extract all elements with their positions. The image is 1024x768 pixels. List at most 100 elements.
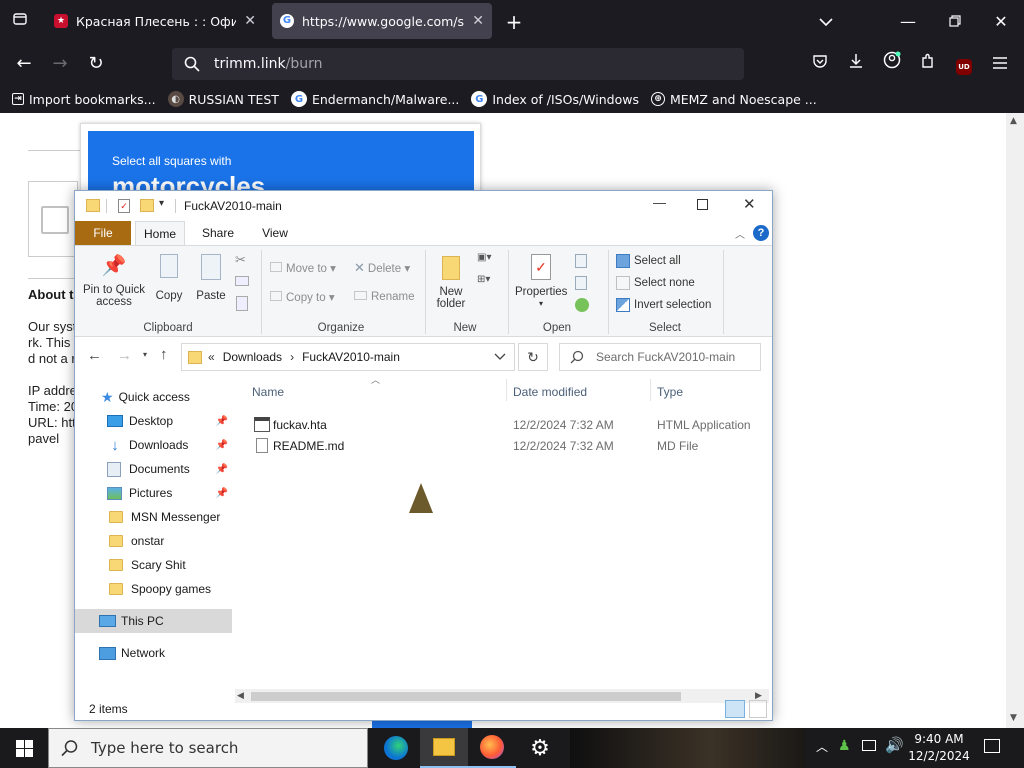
nav-pictures[interactable]: Pictures 📌: [75, 481, 232, 505]
address-dropdown-icon[interactable]: [494, 350, 506, 364]
tab-file[interactable]: File: [75, 221, 131, 245]
close-window-icon[interactable]: ✕: [743, 195, 756, 213]
nav-scary-shit[interactable]: Scary Shit: [75, 553, 232, 577]
bookmark-memz[interactable]: ⊕ MEMZ and Noescape ...: [650, 92, 817, 107]
collapse-ribbon-icon[interactable]: ︿: [735, 226, 745, 241]
breadcrumb-current[interactable]: FuckAV2010-main: [302, 350, 400, 364]
tab-home[interactable]: Home: [135, 221, 185, 245]
large-icons-view-icon[interactable]: [749, 700, 767, 718]
pin-quick-access-button[interactable]: 📌 Pin to Quick access: [81, 254, 147, 308]
tab-list-icon[interactable]: [6, 8, 34, 36]
taskbar-search[interactable]: Type here to search: [48, 728, 368, 768]
easy-access-icon[interactable]: ⊞▾: [477, 274, 490, 285]
tab-krasnaya-plesen[interactable]: ★ Красная Плесень : : Официал ✕: [46, 3, 264, 39]
breadcrumb-separator-icon[interactable]: ›: [290, 350, 294, 364]
nav-this-pc[interactable]: This PC: [75, 609, 232, 633]
ublock-origin-icon[interactable]: UD: [950, 50, 978, 78]
history-icon[interactable]: [575, 298, 589, 312]
recent-locations-icon[interactable]: ▾: [143, 350, 147, 359]
clock[interactable]: 9:40 AM 12/2/2024: [908, 731, 970, 765]
delete-button[interactable]: ✕ Delete ▾: [354, 261, 410, 275]
account-icon[interactable]: [878, 50, 906, 78]
breadcrumb-downloads[interactable]: Downloads: [223, 350, 282, 364]
nav-onstar[interactable]: onstar: [75, 529, 232, 553]
chevron-down-icon[interactable]: [812, 8, 840, 36]
bookmark-import[interactable]: ⇥ Import bookmarks...: [12, 92, 156, 107]
pin-icon[interactable]: 📌: [216, 440, 228, 451]
nav-msn-messenger[interactable]: MSN Messenger: [75, 505, 232, 529]
tab-view[interactable]: View: [250, 221, 300, 245]
show-hidden-icons-icon[interactable]: ︿: [816, 738, 828, 755]
column-header-name[interactable]: Name: [252, 385, 284, 399]
nav-network[interactable]: Network: [75, 641, 232, 665]
edit-icon[interactable]: [575, 276, 587, 290]
file-row[interactable]: README.md 12/2/2024 7:32 AM MD File: [245, 436, 771, 456]
search-box[interactable]: Search FuckAV2010-main: [559, 343, 761, 371]
copy-path-icon[interactable]: [235, 276, 249, 286]
help-icon[interactable]: ?: [753, 225, 769, 241]
nav-documents[interactable]: Documents 📌: [75, 457, 232, 481]
new-tab-icon[interactable]: +: [500, 8, 528, 36]
maximize-icon[interactable]: [697, 199, 708, 210]
minimize-icon[interactable]: —: [653, 195, 666, 210]
people-icon[interactable]: ♟: [838, 738, 851, 754]
pocket-icon[interactable]: [806, 50, 834, 78]
paste-button[interactable]: Paste: [193, 254, 229, 302]
copy-button[interactable]: Copy: [152, 254, 186, 302]
address-bar[interactable]: « Downloads › FuckAV2010-main: [181, 343, 515, 371]
properties-button[interactable]: ✓ Properties ▾: [515, 254, 567, 310]
details-view-icon[interactable]: [725, 700, 745, 718]
breadcrumb-overflow-icon[interactable]: «: [208, 350, 215, 364]
rename-button[interactable]: Rename: [354, 291, 414, 303]
up-arrow-icon[interactable]: ↑: [160, 346, 168, 363]
tab-google-search[interactable]: G https://www.google.com/searc ✕: [272, 3, 492, 39]
tab-share[interactable]: Share: [193, 221, 243, 245]
bookmark-russian-test[interactable]: ◐ RUSSIAN TEST: [167, 91, 279, 107]
bookmark-isos[interactable]: G Index of /ISOs/Windows: [471, 91, 639, 107]
paste-shortcut-icon[interactable]: [236, 296, 248, 311]
copy-to-button[interactable]: Copy to ▾: [270, 291, 335, 304]
column-header-date[interactable]: Date modified: [513, 385, 587, 399]
scroll-up-icon[interactable]: ▲: [1010, 116, 1017, 126]
nav-spoopy-games[interactable]: Spoopy games: [75, 577, 232, 601]
close-tab-icon[interactable]: ✕: [472, 13, 484, 29]
taskbar-settings[interactable]: ⚙: [516, 728, 564, 768]
taskbar-firefox[interactable]: [468, 728, 516, 768]
back-arrow-icon[interactable]: ←: [10, 50, 38, 78]
pin-icon[interactable]: 📌: [216, 488, 228, 499]
extensions-icon[interactable]: [914, 50, 942, 78]
close-window-icon[interactable]: ✕: [987, 8, 1015, 36]
cut-icon[interactable]: ✂: [235, 252, 246, 268]
refresh-icon[interactable]: ↻: [518, 343, 548, 371]
page-scrollbar[interactable]: ▲ ▼: [1006, 113, 1024, 728]
url-bar[interactable]: trimm.link/burn: [172, 48, 744, 80]
close-tab-icon[interactable]: ✕: [244, 13, 256, 29]
new-folder-button[interactable]: New folder: [431, 254, 471, 310]
taskbar-file-explorer[interactable]: [420, 728, 468, 768]
download-icon[interactable]: [842, 50, 870, 78]
select-all-button[interactable]: Select all: [616, 254, 681, 268]
volume-icon[interactable]: 🔊: [885, 736, 904, 754]
bookmark-endermanch[interactable]: G Endermanch/Malware...: [290, 91, 459, 107]
new-item-icon[interactable]: ▣▾: [477, 252, 491, 263]
forward-arrow-icon[interactable]: →: [117, 347, 132, 364]
move-to-button[interactable]: Move to ▾: [270, 262, 336, 275]
captcha-checkbox[interactable]: [41, 206, 69, 234]
nav-downloads[interactable]: ↓ Downloads 📌: [75, 433, 232, 457]
hamburger-menu-icon[interactable]: [986, 50, 1014, 78]
pin-icon[interactable]: 📌: [216, 464, 228, 475]
notification-icon[interactable]: [984, 739, 1000, 753]
network-status-icon[interactable]: [862, 740, 876, 751]
customize-toolbar-icon[interactable]: ▾: [159, 198, 164, 209]
forward-arrow-icon[interactable]: →: [46, 50, 74, 78]
file-row[interactable]: fuckav.hta 12/2/2024 7:32 AM HTML Applic…: [245, 415, 771, 435]
nav-quick-access[interactable]: ★ Quick access: [75, 385, 232, 409]
select-none-button[interactable]: Select none: [616, 276, 695, 290]
column-header-type[interactable]: Type: [657, 385, 683, 399]
minimize-icon[interactable]: —: [894, 8, 922, 36]
invert-selection-button[interactable]: Invert selection: [616, 298, 711, 312]
reload-icon[interactable]: ↻: [82, 50, 110, 78]
open-icon[interactable]: [575, 254, 587, 268]
properties-quick-icon[interactable]: ✓: [118, 199, 130, 213]
start-button[interactable]: [0, 728, 48, 768]
